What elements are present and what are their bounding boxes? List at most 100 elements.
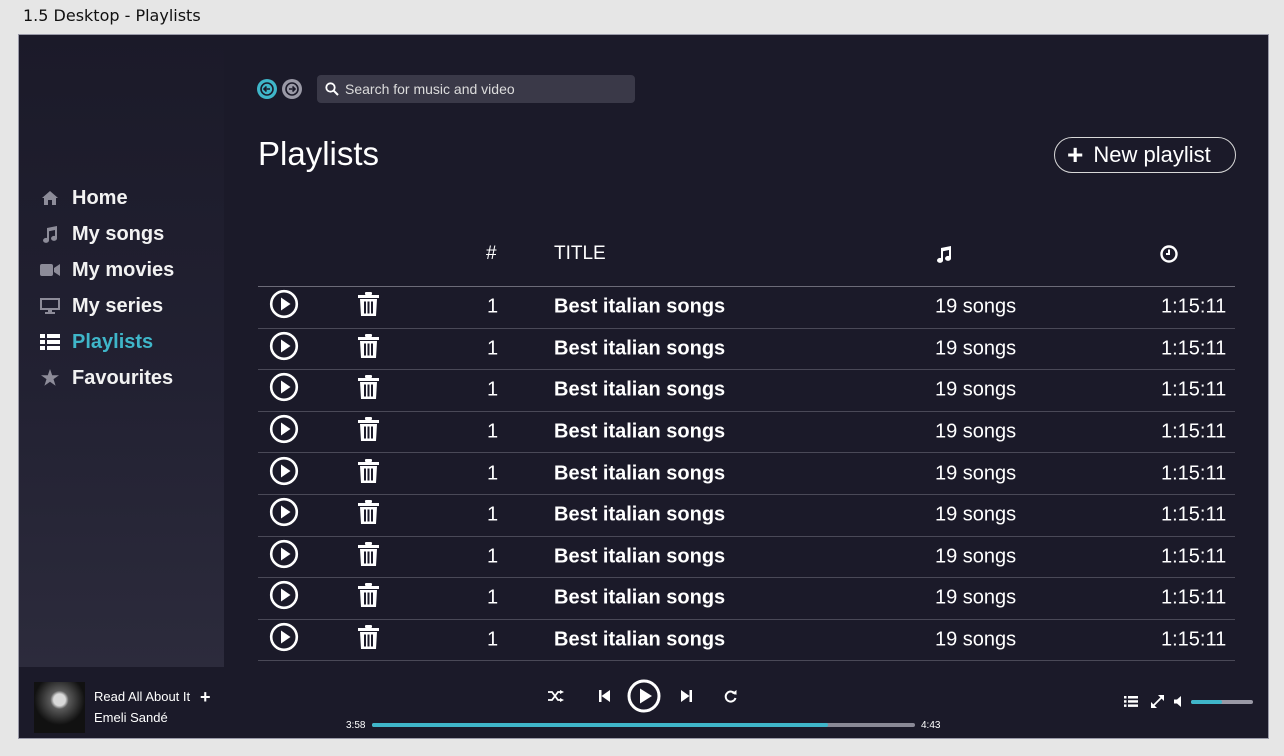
song-count: 19 songs [935, 503, 1017, 526]
sidebar-item-my-songs[interactable]: My songs [39, 216, 174, 252]
play-circle-icon[interactable] [269, 580, 299, 616]
playlist-title[interactable]: Best italian songs [554, 629, 725, 652]
song-count: 19 songs [935, 628, 1017, 651]
sidebar-item-home[interactable]: Home [39, 180, 174, 216]
fullscreen-button[interactable] [1149, 695, 1165, 708]
repeat-icon [724, 689, 736, 702]
list-icon [39, 331, 61, 353]
trash-icon[interactable] [358, 292, 379, 322]
back-button[interactable] [257, 79, 277, 99]
play-icon [627, 679, 661, 713]
clock-icon [1160, 245, 1178, 269]
search-box [317, 75, 635, 103]
shuffle-icon [548, 690, 564, 702]
trash-icon[interactable] [358, 500, 379, 530]
page-title: Playlists [258, 135, 380, 172]
song-count: 19 songs [935, 586, 1017, 609]
play-button[interactable] [627, 679, 661, 713]
volume-button[interactable] [1173, 696, 1187, 707]
waveform-logo [78, 70, 168, 138]
song-count: 19 songs [935, 337, 1017, 360]
duration: 1:15:11 [1161, 420, 1227, 443]
play-circle-icon[interactable] [269, 331, 299, 367]
play-circle-icon[interactable] [269, 497, 299, 533]
trash-icon[interactable] [358, 417, 379, 447]
playlist-title[interactable]: Best italian songs [554, 504, 725, 527]
song-count: 19 songs [935, 462, 1017, 485]
music-note-icon [935, 245, 953, 269]
progress-bar[interactable] [372, 723, 915, 727]
sidebar-item-my-series[interactable]: My series [39, 288, 174, 324]
queue-button[interactable] [1123, 696, 1139, 707]
forward-button[interactable] [282, 79, 302, 99]
table-row[interactable]: 1 Best italian songs 19 songs 1:15:11 [258, 453, 1235, 495]
speaker-icon [1174, 696, 1181, 707]
table-row[interactable]: 1 Best italian songs 19 songs 1:15:11 [258, 537, 1235, 579]
playlist-title[interactable]: Best italian songs [554, 296, 725, 319]
play-circle-icon[interactable] [269, 539, 299, 575]
trash-icon[interactable] [358, 625, 379, 655]
previous-button[interactable] [595, 690, 613, 702]
play-circle-icon[interactable] [269, 456, 299, 492]
trash-icon[interactable] [358, 541, 379, 572]
progress-fill [372, 723, 829, 727]
home-icon [39, 187, 61, 209]
album-cover [34, 682, 85, 733]
plus-icon: + [1067, 139, 1084, 170]
new-playlist-button[interactable]: + New playlist [1054, 137, 1236, 173]
sidebar-item-playlists[interactable]: Playlists [39, 324, 174, 360]
playlist-title[interactable]: Best italian songs [554, 587, 725, 610]
play-circle-icon[interactable] [269, 622, 299, 658]
table-row[interactable]: 1 Best italian songs 19 songs 1:15:11 [258, 370, 1235, 412]
next-button[interactable] [677, 690, 695, 702]
playlist-title[interactable]: Best italian songs [554, 545, 725, 568]
song-count: 19 songs [935, 295, 1017, 318]
track-artist[interactable]: Emeli Sandé [94, 710, 168, 725]
add-to-playlist-button[interactable]: + [200, 687, 211, 708]
track-title[interactable]: Read All About It [94, 689, 190, 704]
shuffle-button[interactable] [547, 690, 565, 702]
row-number: 1 [487, 295, 499, 318]
expand-icon [1150, 695, 1164, 708]
playlist-title[interactable]: Best italian songs [554, 337, 725, 360]
top-bar [257, 75, 635, 103]
table-row[interactable]: 1 Best italian songs 19 songs 1:15:11 [258, 412, 1235, 454]
row-number: 1 [487, 420, 499, 443]
playlist-title[interactable]: Best italian songs [554, 462, 725, 485]
play-circle-icon[interactable] [269, 372, 299, 408]
right-controls [1123, 695, 1253, 708]
sidebar-item-label: My series [72, 294, 164, 317]
table-row[interactable]: 1 Best italian songs 19 songs 1:15:11 [258, 495, 1235, 537]
playlist-title[interactable]: Best italian songs [554, 421, 725, 444]
row-number: 1 [487, 586, 499, 609]
trash-icon[interactable] [358, 583, 379, 613]
arrow-left-icon [260, 82, 274, 96]
sidebar-nav: Home My songs My movies My series Playli… [39, 180, 174, 396]
player-bar: Read All About It + Emeli Sandé 3:58 4:4… [19, 667, 1268, 738]
volume-slider[interactable] [1191, 699, 1253, 704]
queue-list-icon [1124, 696, 1138, 707]
duration: 1:15:11 [1161, 462, 1227, 485]
search-input[interactable] [345, 81, 625, 97]
trash-icon[interactable] [358, 375, 379, 405]
table-row[interactable]: 1 Best italian songs 19 songs 1:15:11 [258, 578, 1235, 620]
arrow-right-icon [285, 82, 299, 96]
trash-icon[interactable] [358, 458, 379, 489]
playlist-title[interactable]: Best italian songs [554, 379, 725, 402]
music-note-icon [39, 223, 61, 245]
star-icon [39, 367, 61, 389]
row-number: 1 [487, 378, 499, 401]
sidebar-item-my-movies[interactable]: My movies [39, 252, 174, 288]
duration: 1:15:11 [1161, 545, 1227, 568]
next-icon [680, 690, 692, 702]
duration: 1:15:11 [1161, 378, 1227, 401]
repeat-button[interactable] [721, 689, 739, 703]
play-circle-icon[interactable] [269, 289, 299, 325]
sidebar-item-favourites[interactable]: Favourites [39, 360, 174, 396]
table-row[interactable]: 1 Best italian songs 19 songs 1:15:11 [258, 620, 1235, 662]
table-row[interactable]: 1 Best italian songs 19 songs 1:15:11 [258, 329, 1235, 371]
play-circle-icon[interactable] [269, 414, 299, 450]
title-column-header: TITLE [554, 243, 606, 264]
table-row[interactable]: 1 Best italian songs 19 songs 1:15:11 [258, 287, 1235, 329]
trash-icon[interactable] [358, 333, 379, 364]
